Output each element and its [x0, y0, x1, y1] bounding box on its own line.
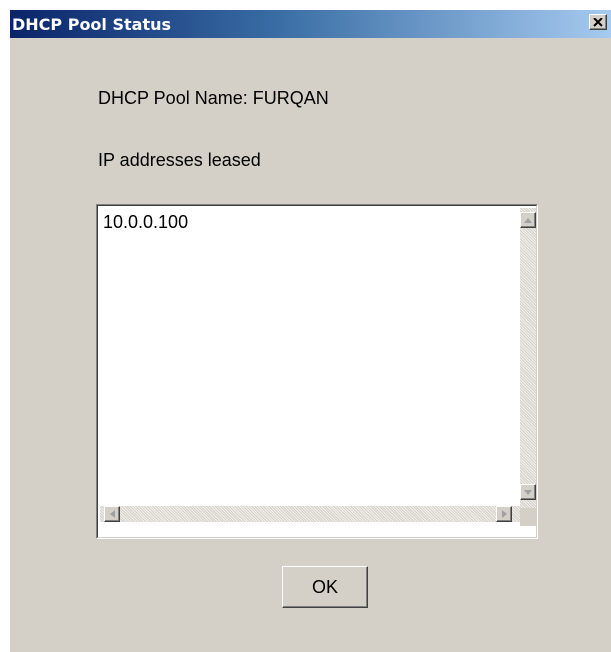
- scrollbar-corner: [520, 508, 536, 526]
- title-bar[interactable]: DHCP Pool Status: [10, 10, 611, 38]
- close-icon: [593, 17, 603, 27]
- arrow-right-icon: [501, 510, 507, 518]
- arrow-down-icon: [524, 489, 532, 495]
- window-title: DHCP Pool Status: [12, 15, 172, 34]
- dhcp-pool-status-dialog: DHCP Pool Status DHCP Pool Name: FURQAN …: [10, 10, 611, 652]
- vertical-scrollbar[interactable]: [520, 208, 536, 508]
- listbox-frame: 10.0.0.100: [97, 205, 537, 538]
- list-item[interactable]: 10.0.0.100: [100, 208, 520, 237]
- scroll-down-button[interactable]: [520, 484, 536, 500]
- scroll-right-button[interactable]: [496, 506, 512, 522]
- horizontal-scrollbar[interactable]: [100, 506, 520, 522]
- arrow-left-icon: [109, 510, 115, 518]
- address-list[interactable]: 10.0.0.100: [100, 208, 520, 506]
- leased-addresses-label: IP addresses leased: [98, 150, 261, 170]
- leased-addresses-listbox[interactable]: 10.0.0.100: [96, 204, 538, 539]
- arrow-up-icon: [524, 217, 532, 223]
- scroll-left-button[interactable]: [104, 506, 120, 522]
- pool-name-label: DHCP Pool Name: FURQAN: [98, 88, 329, 108]
- close-button[interactable]: [589, 14, 607, 30]
- ok-button[interactable]: OK: [282, 566, 368, 608]
- scroll-up-button[interactable]: [520, 212, 536, 228]
